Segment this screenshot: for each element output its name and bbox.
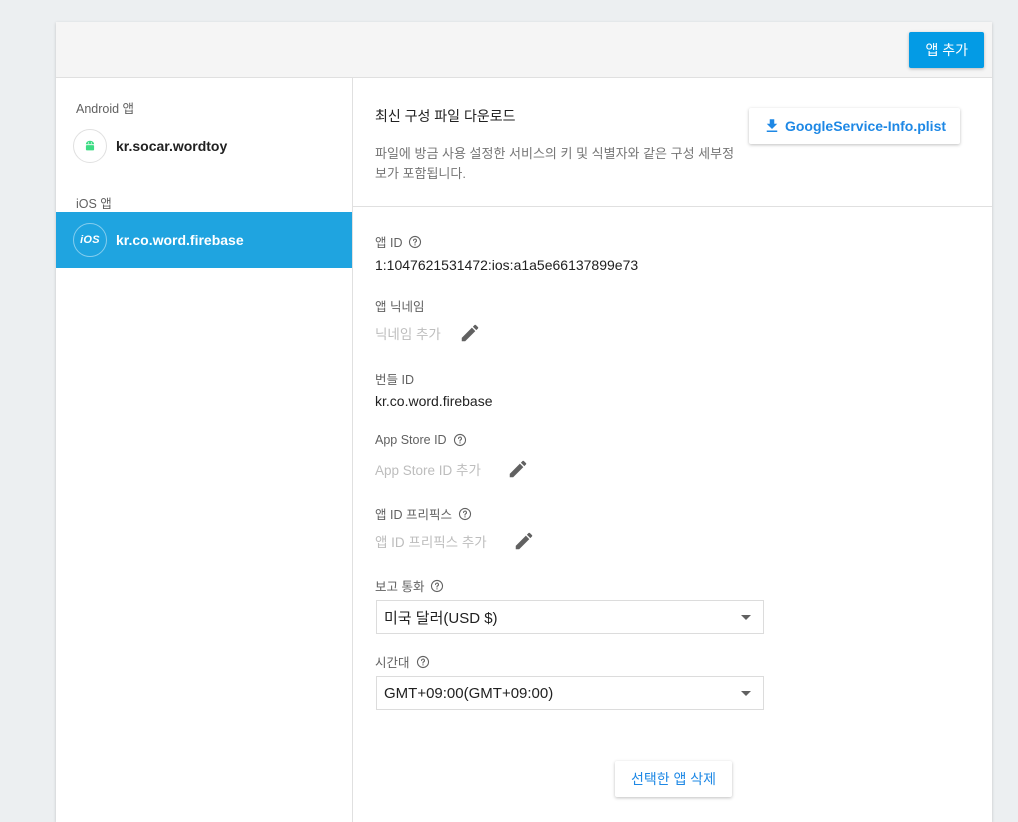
app-id-prefix-help-icon[interactable]: [458, 507, 472, 521]
card-toolbar: 앱 추가: [56, 22, 992, 78]
app-store-id-label: App Store ID: [375, 433, 447, 447]
download-plist-label: GoogleService-Info.plist: [784, 118, 947, 134]
app-id-prefix-label: 앱 ID 프리픽스: [375, 508, 452, 522]
android-app-name: kr.socar.wordtoy: [116, 138, 228, 154]
android-section-label: Android 앱: [76, 102, 135, 116]
app-id-prefix-label-row: 앱 ID 프리픽스: [375, 504, 472, 523]
timezone-select-value: GMT+09:00(GMT+09:00): [384, 684, 554, 702]
app-id-prefix-row: 앱 ID 프리픽스 추가: [375, 530, 535, 552]
currency-dropdown-arrow-icon: [741, 614, 751, 620]
app-id-prefix-placeholder[interactable]: 앱 ID 프리픽스 추가: [375, 531, 487, 551]
app-store-id-placeholder[interactable]: App Store ID 추가: [375, 459, 481, 479]
add-app-button[interactable]: 앱 추가: [909, 32, 984, 68]
app-list-sidebar: Android 앱 kr.socar.wordtoy iOS 앱 iOS kr.…: [56, 78, 353, 822]
delete-selected-app-button[interactable]: 선택한 앱 삭제: [615, 761, 733, 797]
download-description: 파일에 방금 사용 설정한 서비스의 키 및 식별자와 같은 구성 세부정보가 …: [375, 146, 735, 181]
currency-label: 보고 통화: [375, 580, 425, 594]
android-icon: [73, 129, 107, 163]
currency-select[interactable]: 미국 달러(USD $): [376, 600, 764, 634]
app-store-id-label-row: App Store ID: [375, 433, 467, 447]
app-id-value: 1:1047621531472:ios:a1a5e66137899e73: [375, 257, 639, 273]
download-title: 최신 구성 파일 다운로드: [375, 108, 516, 124]
bundle-id-value: kr.co.word.firebase: [375, 393, 493, 409]
download-plist-button[interactable]: GoogleService-Info.plist: [749, 108, 960, 144]
project-settings-card: 앱 추가 Android 앱 kr.socar.wordtoy iOS 앱 iO…: [56, 22, 992, 822]
ios-section-label: iOS 앱: [76, 197, 112, 211]
nickname-row: 닉네임 추가: [375, 322, 481, 344]
bundle-id-label: 번들 ID: [375, 373, 414, 387]
nickname-edit-pencil-icon[interactable]: [459, 322, 481, 344]
timezone-help-icon[interactable]: [416, 655, 430, 669]
app-details-panel: 최신 구성 파일 다운로드 파일에 방금 사용 설정한 서비스의 키 및 식별자…: [353, 78, 992, 822]
app-id-label: 앱 ID: [375, 236, 403, 250]
currency-select-value: 미국 달러(USD $): [384, 609, 498, 627]
currency-label-row: 보고 통화: [375, 576, 444, 595]
ios-icon: iOS: [73, 223, 107, 257]
app-item-android[interactable]: kr.socar.wordtoy: [56, 118, 352, 174]
app-id-help-icon[interactable]: [408, 235, 422, 249]
nickname-label: 앱 닉네임: [375, 300, 425, 314]
ios-badge-text: iOS: [80, 234, 100, 246]
timezone-label: 시간대: [375, 656, 410, 670]
timezone-label-row: 시간대: [375, 652, 430, 671]
app-id-prefix-edit-pencil-icon[interactable]: [513, 530, 535, 552]
ios-app-name: kr.co.word.firebase: [116, 232, 244, 248]
app-store-id-edit-pencil-icon[interactable]: [507, 458, 529, 480]
nickname-placeholder[interactable]: 닉네임 추가: [375, 323, 441, 343]
app-item-ios[interactable]: iOS kr.co.word.firebase: [56, 212, 352, 268]
app-store-id-help-icon[interactable]: [453, 433, 467, 447]
app-id-label-row: 앱 ID: [375, 232, 422, 251]
currency-help-icon[interactable]: [430, 579, 444, 593]
timezone-dropdown-arrow-icon: [741, 690, 751, 696]
download-icon: [766, 119, 778, 132]
app-store-id-row: App Store ID 추가: [375, 458, 529, 480]
config-download-section: 최신 구성 파일 다운로드 파일에 방금 사용 설정한 서비스의 키 및 식별자…: [353, 78, 992, 207]
timezone-select[interactable]: GMT+09:00(GMT+09:00): [376, 676, 764, 710]
